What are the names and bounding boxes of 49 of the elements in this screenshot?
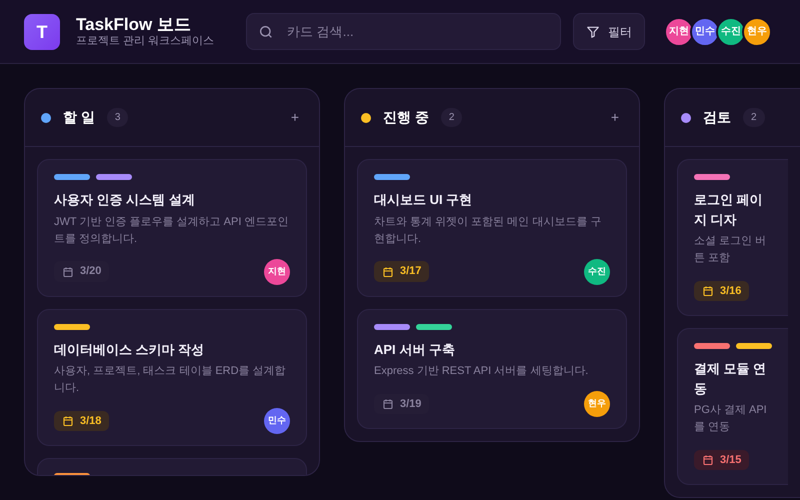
card-count: 2: [440, 108, 462, 127]
add-card-button[interactable]: +: [286, 107, 303, 128]
task-card[interactable]: 대시보드 UI 구현 차트와 통계 위젯이 포함된 메인 대시보드를 구현합니다. 3/17 수진: [357, 159, 627, 296]
assignee-avatar: 민수: [264, 408, 290, 434]
member-avatar[interactable]: 민수: [690, 16, 720, 46]
task-card[interactable]: 데이터베이스 스키마 작성 사용자, 프로젝트, 태스크 테이블 ERD를 설계합니다. 3/18 민수: [37, 308, 307, 446]
card-description: Express 기반 REST API 서버를 세팅합니다.: [374, 364, 590, 379]
card-title: 로그인 페이지 디자: [694, 191, 764, 228]
task-card[interactable]: 사용자 인증 시스템 설계 JWT 기반 인증 플로우를 설계하고 API 엔드포인트를 정의합니다. 3/20 지현: [37, 159, 307, 296]
card-title: 대시보드 UI 구현: [374, 191, 474, 209]
task-card[interactable]: API 서버 구축 Express 기반 REST API 서버를 세팅합니다. 3/19 현우: [357, 308, 627, 429]
card-description: PG사 결제 API를 연동: [694, 403, 768, 435]
search-field[interactable]: 카드 검색...: [246, 13, 562, 50]
filter-button[interactable]: 필터: [573, 13, 646, 50]
calendar-icon: [702, 285, 714, 297]
due-date: 3/18: [54, 410, 110, 432]
card-description: 차트와 통계 위젯이 포함된 메인 대시보드를 구현합니다.: [374, 214, 602, 246]
card-count: 2: [743, 108, 765, 127]
app-subtitle: 프로젝트 관리 워크스페이스: [76, 35, 214, 49]
column-title: 진행 중: [383, 108, 429, 127]
card-title: 결제 모듈 연동: [694, 360, 768, 398]
card-title: API 서버 구축: [374, 340, 456, 358]
calendar-icon: [62, 266, 74, 278]
column-title: 검토: [703, 108, 731, 127]
due-date: 3/17: [374, 261, 430, 282]
search-icon: [258, 24, 274, 40]
card-description: 사용자, 프로젝트, 태스크 테이블 ERD를 설계합니다.: [54, 364, 287, 396]
card-title: 데이터베이스 스키마 작성: [54, 340, 206, 358]
assignee-avatar: 지현: [264, 258, 290, 284]
due-date: 3/16: [694, 280, 750, 302]
card-description: 소셜 로그인 버튼 포함: [694, 234, 768, 266]
calendar-icon: [702, 454, 714, 466]
assignee-avatar: 수진: [584, 258, 610, 284]
card-description: JWT 기반 인증 플로우를 설계하고 API 엔드포인트를 정의합니다.: [54, 214, 290, 246]
calendar-icon: [62, 415, 74, 427]
calendar-icon: [382, 398, 394, 410]
logo-icon: T: [24, 14, 60, 50]
member-avatar[interactable]: 지현: [664, 16, 694, 46]
due-date: 3/15: [694, 450, 750, 470]
assignee-avatar: 현우: [584, 391, 610, 417]
card-count: 3: [106, 108, 128, 127]
funnel-icon: [586, 24, 600, 38]
app-title: TaskFlow 보드: [76, 14, 192, 36]
task-card[interactable]: 결제 모듈 연동 PG사 결제 API를 연동 3/15: [677, 328, 788, 485]
task-card[interactable]: 로그인 페이지 디자 소셜 로그인 버튼 포함 3/16: [677, 159, 788, 316]
card-title: 사용자 인증 시스템 설계: [54, 191, 196, 209]
column-title: 할 일: [63, 108, 95, 127]
calendar-icon: [382, 266, 394, 278]
add-card-button[interactable]: +: [606, 107, 623, 128]
